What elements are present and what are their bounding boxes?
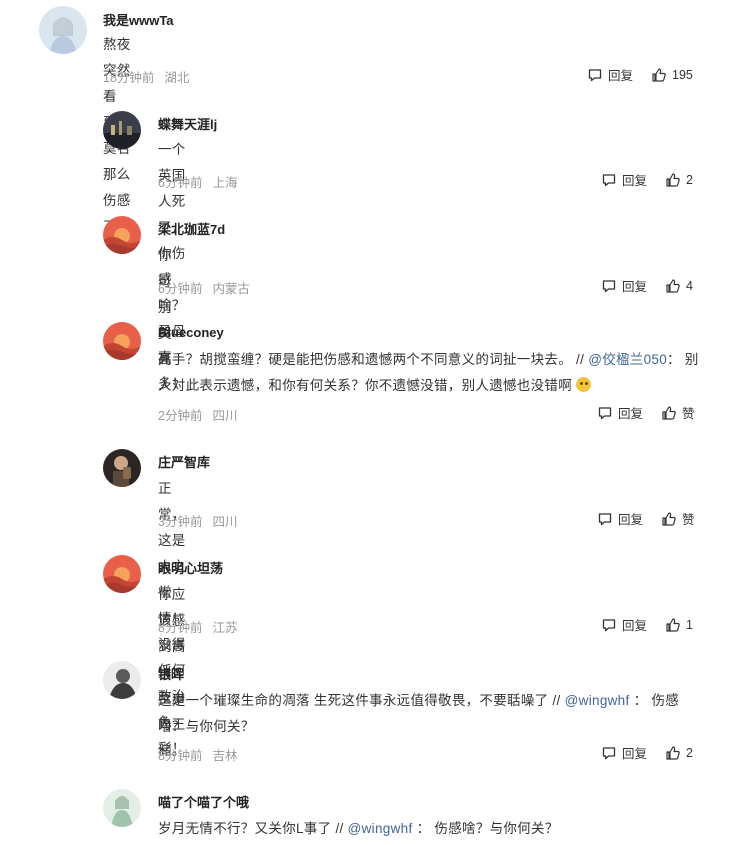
like-count[interactable]: 4: [686, 279, 693, 293]
like-icon[interactable]: [661, 405, 677, 421]
like-count[interactable]: 2: [686, 746, 693, 760]
like-count[interactable]: 2: [686, 173, 693, 187]
comment-actions: 回复 4: [601, 276, 693, 295]
reply-icon[interactable]: [597, 511, 613, 527]
comment-meta: 6分钟前 上海: [158, 172, 237, 191]
comment-meta: 18分钟前 湖北: [103, 67, 189, 86]
avatar[interactable]: [103, 322, 141, 360]
comment-meta: 2分钟前 四川: [158, 405, 237, 424]
avatar[interactable]: [39, 6, 87, 54]
reply-button[interactable]: 回复: [622, 615, 647, 634]
avatar[interactable]: [103, 449, 141, 487]
reply-icon[interactable]: [597, 405, 613, 421]
location: 江苏: [212, 621, 238, 635]
timestamp: 6分钟前: [158, 282, 203, 296]
like-icon[interactable]: [665, 745, 681, 761]
avatar[interactable]: [103, 216, 141, 254]
emoji-icon: [576, 377, 591, 392]
like-count[interactable]: 195: [672, 68, 693, 82]
avatar[interactable]: [103, 111, 141, 149]
like-icon[interactable]: [665, 278, 681, 294]
username[interactable]: 眼明心坦荡: [158, 558, 223, 577]
reply-icon[interactable]: [601, 278, 617, 294]
reply-button[interactable]: 回复: [622, 276, 647, 295]
like-count[interactable]: 1: [686, 618, 693, 632]
comment-text-part: 这是一个璀璨生命的凋落 生死这件事永远值得敬畏，不要聒噪了 //: [158, 693, 565, 708]
comment-meta: 6分钟前 内蒙古: [158, 278, 250, 297]
comment-text-part: ： 伤感啥？与你何关？: [412, 821, 559, 836]
avatar[interactable]: [103, 789, 141, 827]
username[interactable]: 我是wwwTa: [103, 10, 174, 29]
username[interactable]: 庄严智库: [158, 452, 210, 471]
like-icon[interactable]: [651, 67, 667, 83]
timestamp: 6分钟前: [158, 176, 203, 190]
like-button[interactable]: 赞: [682, 403, 695, 422]
comment-actions: 回复 2: [601, 170, 693, 189]
mention-link[interactable]: @wingwhf: [348, 821, 413, 836]
reply-button[interactable]: 回复: [618, 509, 643, 528]
timestamp: 3分钟前: [158, 515, 203, 529]
reply-icon[interactable]: [587, 67, 603, 83]
like-icon[interactable]: [661, 511, 677, 527]
like-icon[interactable]: [665, 617, 681, 633]
like-icon[interactable]: [665, 172, 681, 188]
username[interactable]: 银晖: [158, 664, 184, 683]
reply-button[interactable]: 回复: [608, 65, 633, 84]
location: 湖北: [164, 71, 190, 85]
location: 吉林: [212, 749, 238, 763]
comment-meta: 8分钟前 吉林: [158, 745, 237, 764]
username[interactable]: 喵了个喵了个哦: [158, 792, 249, 811]
reply-icon[interactable]: [601, 617, 617, 633]
reply-button[interactable]: 回复: [622, 743, 647, 762]
avatar[interactable]: [103, 661, 141, 699]
comment-meta: 8分钟前 江苏: [158, 617, 237, 636]
comment-meta: 3分钟前 四川: [158, 511, 237, 530]
mention-link[interactable]: @wingwhf: [565, 693, 630, 708]
reply-button[interactable]: 回复: [618, 403, 643, 422]
comment-actions: 回复 1: [601, 615, 693, 634]
timestamp: 8分钟前: [158, 749, 203, 763]
username[interactable]: 蝶舞天涯lj: [158, 114, 217, 133]
location: 四川: [212, 409, 238, 423]
timestamp: 2分钟前: [158, 409, 203, 423]
comment-actions: 回复 195: [587, 65, 693, 84]
comment-text-part: 高手？胡搅蛮缠？硬是能把伤感和遗憾两个不同意义的词扯一块去。 //: [158, 352, 589, 367]
comment-actions: 回复 赞: [597, 403, 695, 422]
timestamp: 8分钟前: [158, 621, 203, 635]
avatar[interactable]: [103, 555, 141, 593]
location: 内蒙古: [212, 282, 250, 296]
comment-actions: 回复 2: [601, 743, 693, 762]
reply-button[interactable]: 回复: [622, 170, 647, 189]
comment-text: 高手？胡搅蛮缠？硬是能把伤感和遗憾两个不同意义的词扯一块去。 // @佼楹兰05…: [158, 347, 703, 399]
comment-text: 这是一个璀璨生命的凋落 生死这件事永远值得敬畏，不要聒噪了 // @wingwh…: [158, 688, 703, 740]
mention-link[interactable]: @佼楹兰050: [588, 352, 667, 367]
location: 四川: [212, 515, 238, 529]
comment-text: 岁月无情不行？又关你L事了 // @wingwhf ： 伤感啥？与你何关？: [158, 816, 703, 842]
reply-icon[interactable]: [601, 172, 617, 188]
reply-icon[interactable]: [601, 745, 617, 761]
username[interactable]: 梁北珈蓝7d: [158, 219, 225, 238]
comment-actions: 回复 赞: [597, 509, 695, 528]
comment-text-part: 岁月无情不行？又关你L事了 //: [158, 821, 348, 836]
like-button[interactable]: 赞: [682, 509, 695, 528]
location: 上海: [212, 176, 238, 190]
username[interactable]: Blueconey: [158, 325, 224, 340]
timestamp: 18分钟前: [103, 71, 155, 85]
